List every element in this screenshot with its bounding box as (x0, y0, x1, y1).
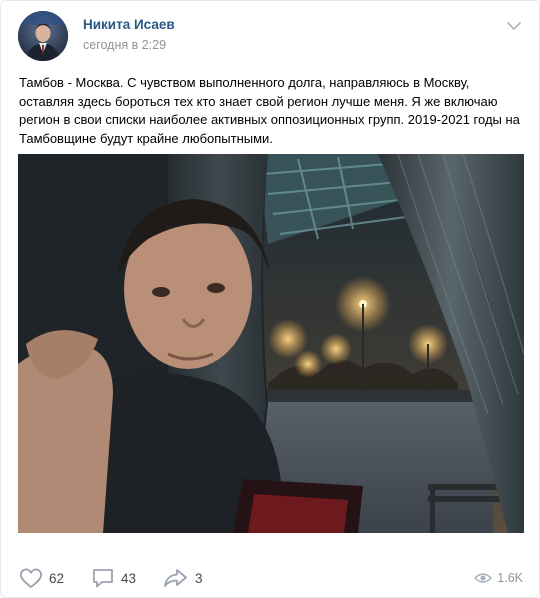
like-count: 62 (49, 570, 65, 586)
share-arrow-icon (164, 569, 187, 587)
post-text: Тамбов - Москва. С чувством выполненного… (19, 75, 520, 146)
avatar-image (18, 11, 68, 61)
like-button[interactable]: 62 (19, 561, 64, 595)
author-name[interactable]: Никита Исаев (83, 17, 175, 32)
author-avatar[interactable] (18, 11, 68, 61)
comment-icon (93, 569, 113, 588)
comment-count: 43 (121, 570, 137, 586)
views-counter: 1.6K (474, 561, 523, 595)
photo-image (18, 154, 524, 533)
post-actions-bar: 62 43 3 1.6K (1, 561, 539, 595)
eye-icon (474, 573, 493, 583)
heart-icon (19, 568, 43, 588)
comment-button[interactable]: 43 (91, 561, 136, 595)
share-count: 3 (195, 570, 203, 586)
post-time[interactable]: сегодня в 2:29 (83, 38, 166, 52)
post-card: Никита Исаев сегодня в 2:29 Тамбов - Мос… (0, 0, 540, 598)
post-menu-button[interactable] (505, 19, 523, 33)
views-count: 1.6K (497, 571, 523, 585)
chevron-down-icon (507, 22, 521, 30)
post-photo[interactable] (18, 154, 524, 533)
share-button[interactable]: 3 (163, 561, 203, 595)
